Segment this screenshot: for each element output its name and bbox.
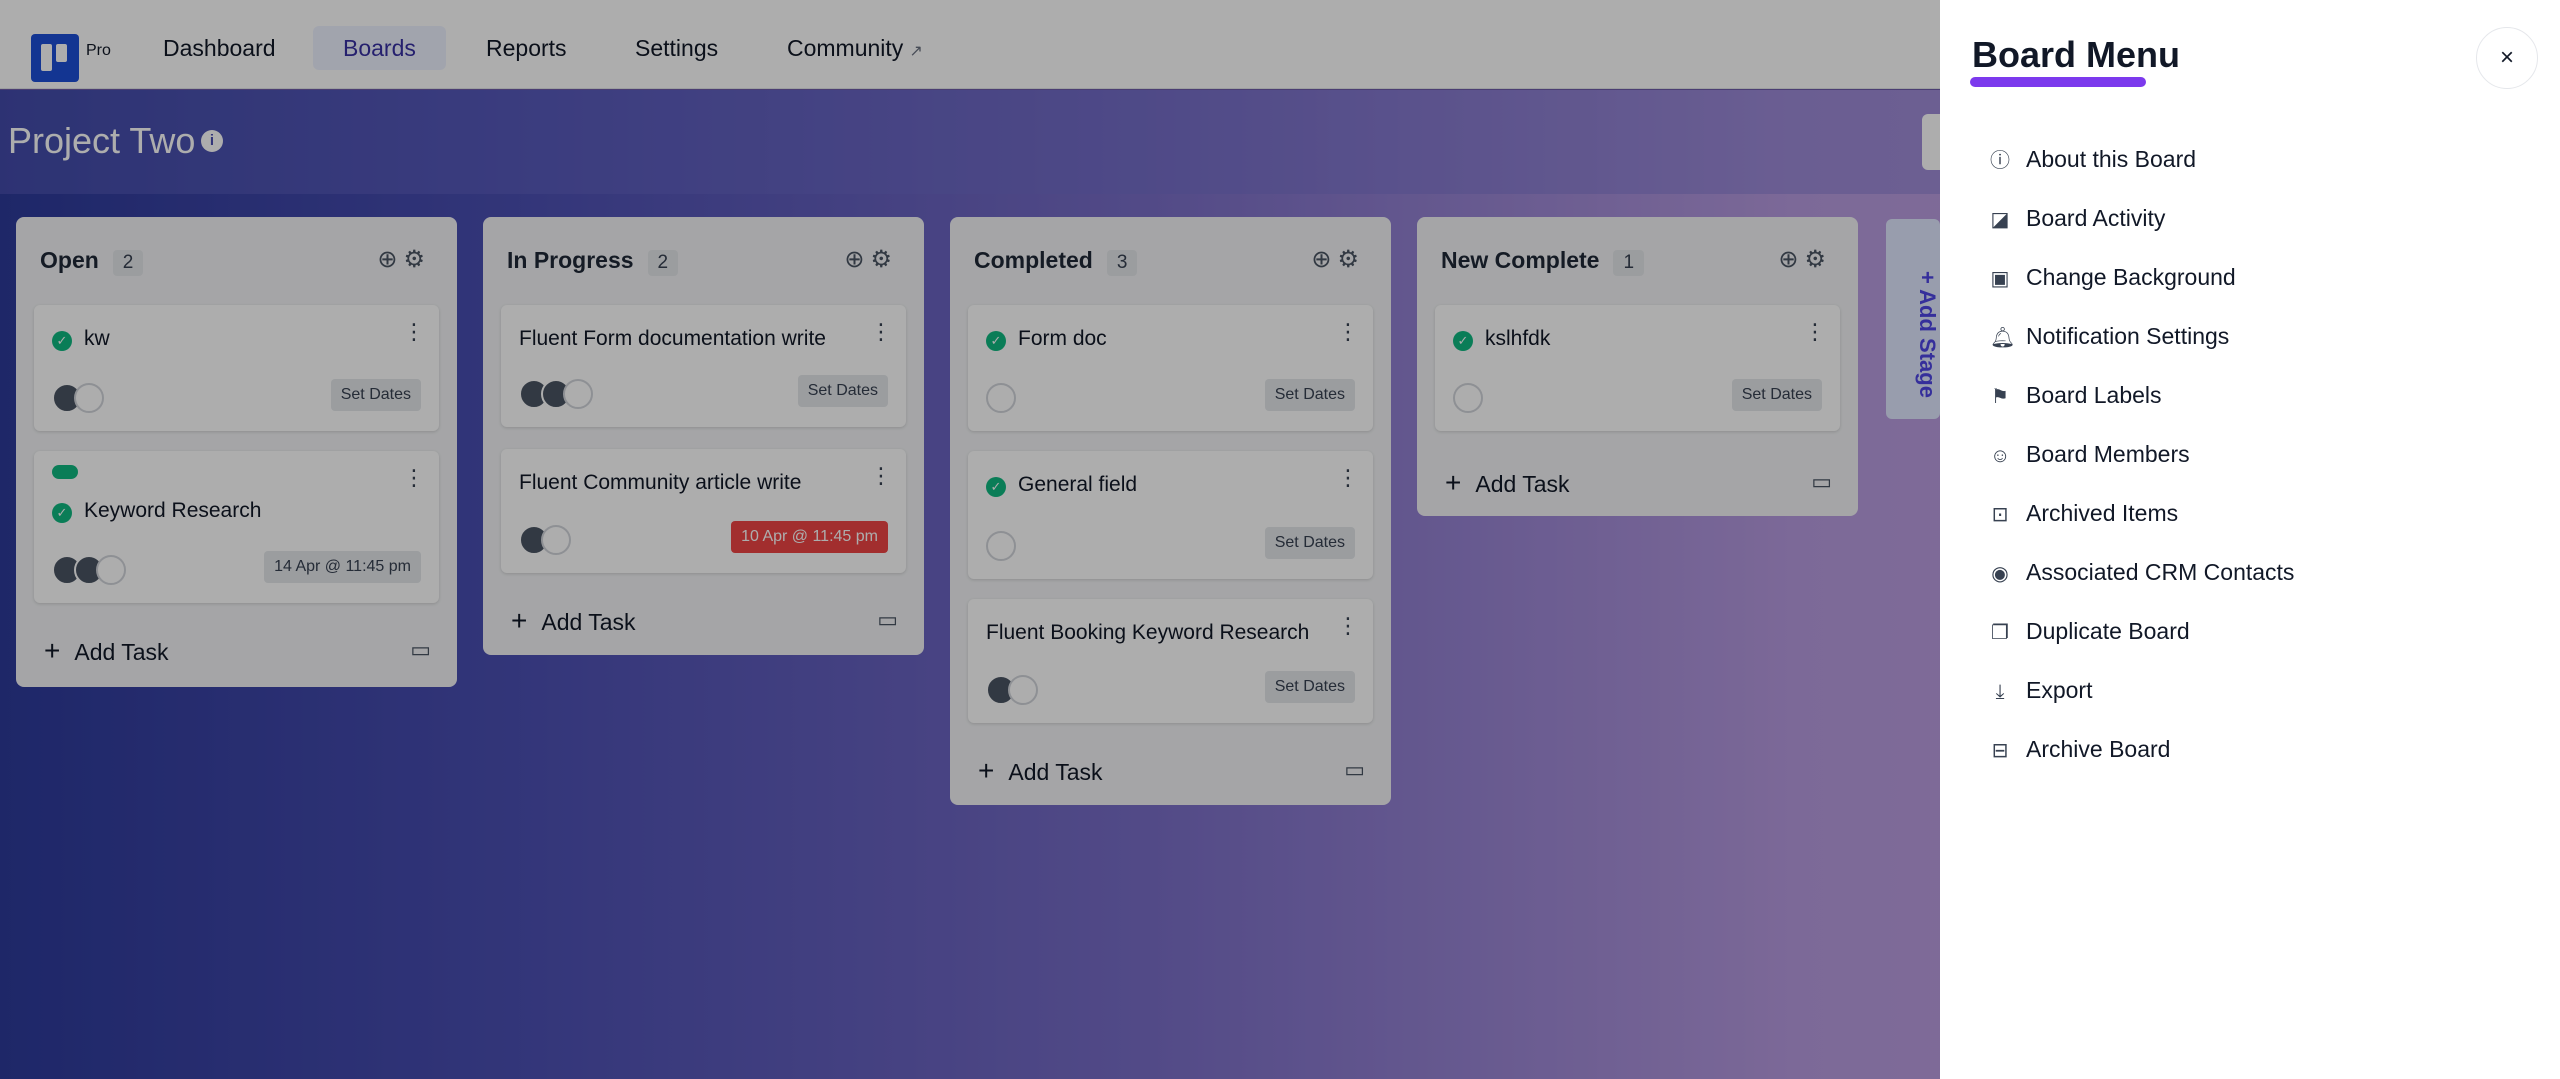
menu-item-label: Archived Items xyxy=(2026,500,2179,526)
activity-icon: ◪ xyxy=(1990,209,2010,231)
board-menu-drawer: Board Menu × ⓘ About this Board ◪ Board Ac… xyxy=(1940,0,2560,1079)
menu-notification-settings[interactable]: 🔔︎ Notification Settings xyxy=(1990,318,2530,377)
menu-export[interactable]: ⤓ Export xyxy=(1990,672,2530,731)
menu-item-label: Duplicate Board xyxy=(2026,618,2190,644)
title-underline xyxy=(1970,77,2146,87)
menu-item-label: Board Labels xyxy=(2026,382,2162,408)
menu-change-background[interactable]: ▣ Change Background xyxy=(1990,259,2530,318)
menu-item-label: Archive Board xyxy=(2026,736,2171,762)
menu-item-label: Change Background xyxy=(2026,264,2236,290)
close-button[interactable]: × xyxy=(2476,27,2538,89)
board-menu-list: ⓘ About this Board ◪ Board Activity ▣ Chang… xyxy=(1990,141,2530,790)
menu-board-labels[interactable]: ⚑ Board Labels xyxy=(1990,377,2530,436)
archive-icon: ⊟ xyxy=(1991,740,2009,762)
flag-icon: ⚑ xyxy=(1991,386,2009,408)
background-icon: ▣ xyxy=(1990,268,2010,290)
export-icon: ⤓ xyxy=(1995,681,2005,703)
menu-item-label: Associated CRM Contacts xyxy=(2026,559,2295,585)
members-icon: ☺ xyxy=(1990,445,2011,467)
menu-board-members[interactable]: ☺ Board Members xyxy=(1990,436,2530,495)
bell-icon: 🔔︎ xyxy=(1990,327,2016,349)
archived-icon: ⊡ xyxy=(1991,504,2009,526)
menu-archived-items[interactable]: ⊡ Archived Items xyxy=(1990,495,2530,554)
menu-crm-contacts[interactable]: ◉ Associated CRM Contacts xyxy=(1990,554,2530,613)
contact-icon: ◉ xyxy=(1991,563,2009,585)
menu-archive-board[interactable]: ⊟ Archive Board xyxy=(1990,731,2530,790)
info-icon: ⓘ xyxy=(1990,150,2010,172)
menu-item-label: Board Activity xyxy=(2026,205,2166,231)
drawer-title: Board Menu xyxy=(1972,34,2181,75)
duplicate-icon: ❐ xyxy=(1991,622,2009,644)
menu-about-board[interactable]: ⓘ About this Board xyxy=(1990,141,2530,200)
menu-duplicate-board[interactable]: ❐ Duplicate Board xyxy=(1990,613,2530,672)
menu-item-label: Board Members xyxy=(2026,441,2190,467)
menu-item-label: Notification Settings xyxy=(2026,323,2230,349)
close-icon: × xyxy=(2499,44,2514,71)
menu-board-activity[interactable]: ◪ Board Activity xyxy=(1990,200,2530,259)
menu-item-label: Export xyxy=(2026,677,2093,703)
menu-item-label: About this Board xyxy=(2026,146,2197,172)
